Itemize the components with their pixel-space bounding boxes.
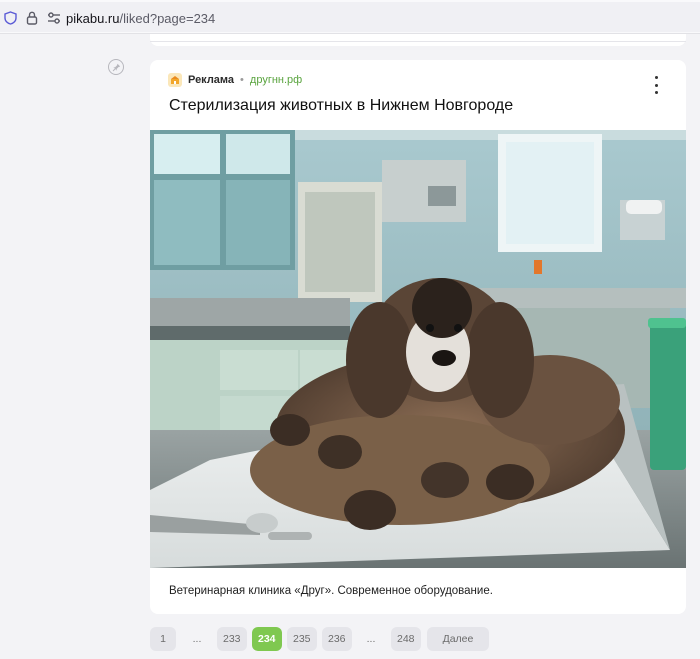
page-235-button[interactable]: 235 bbox=[287, 627, 317, 651]
ad-label: Реклама bbox=[188, 74, 235, 86]
ad-card: Реклама • другнн.рф Стерилизация животны… bbox=[150, 60, 686, 614]
previous-story-card bbox=[150, 34, 686, 46]
page-233-button[interactable]: 233 bbox=[217, 627, 247, 651]
lock-icon[interactable] bbox=[24, 10, 40, 26]
page-236-button[interactable]: 236 bbox=[322, 627, 352, 651]
next-page-button[interactable]: Далее bbox=[427, 627, 489, 651]
ad-logo-icon bbox=[168, 73, 182, 87]
separator-dot: • bbox=[240, 74, 244, 86]
ad-image[interactable] bbox=[150, 130, 686, 568]
url-text[interactable]: pikabu.ru/liked?page=234 bbox=[66, 11, 215, 26]
ad-title[interactable]: Стерилизация животных в Нижнем Новгороде bbox=[169, 97, 513, 115]
permissions-icon[interactable] bbox=[46, 10, 62, 26]
shield-icon[interactable] bbox=[2, 10, 18, 26]
page-248-button[interactable]: 248 bbox=[391, 627, 421, 651]
pin-icon[interactable] bbox=[108, 59, 124, 75]
page-ellipsis: ... bbox=[192, 633, 202, 645]
more-vertical-icon[interactable] bbox=[648, 76, 664, 94]
ad-header: Реклама • другнн.рф bbox=[168, 71, 302, 89]
address-bar[interactable]: pikabu.ru/liked?page=234 bbox=[0, 2, 700, 32]
divider bbox=[150, 41, 686, 42]
page-234-button[interactable]: 234 bbox=[252, 627, 282, 651]
page-1-button[interactable]: 1 bbox=[150, 627, 176, 651]
url-host: pikabu.ru bbox=[66, 11, 120, 26]
page-ellipsis: ... bbox=[366, 633, 376, 645]
ad-caption: Ветеринарная клиника «Друг». Современное… bbox=[169, 585, 493, 597]
browser-toolbar: pikabu.ru/liked?page=234 bbox=[0, 0, 700, 34]
url-path: /liked?page=234 bbox=[119, 11, 216, 26]
ad-site-link[interactable]: другнн.рф bbox=[250, 74, 302, 86]
